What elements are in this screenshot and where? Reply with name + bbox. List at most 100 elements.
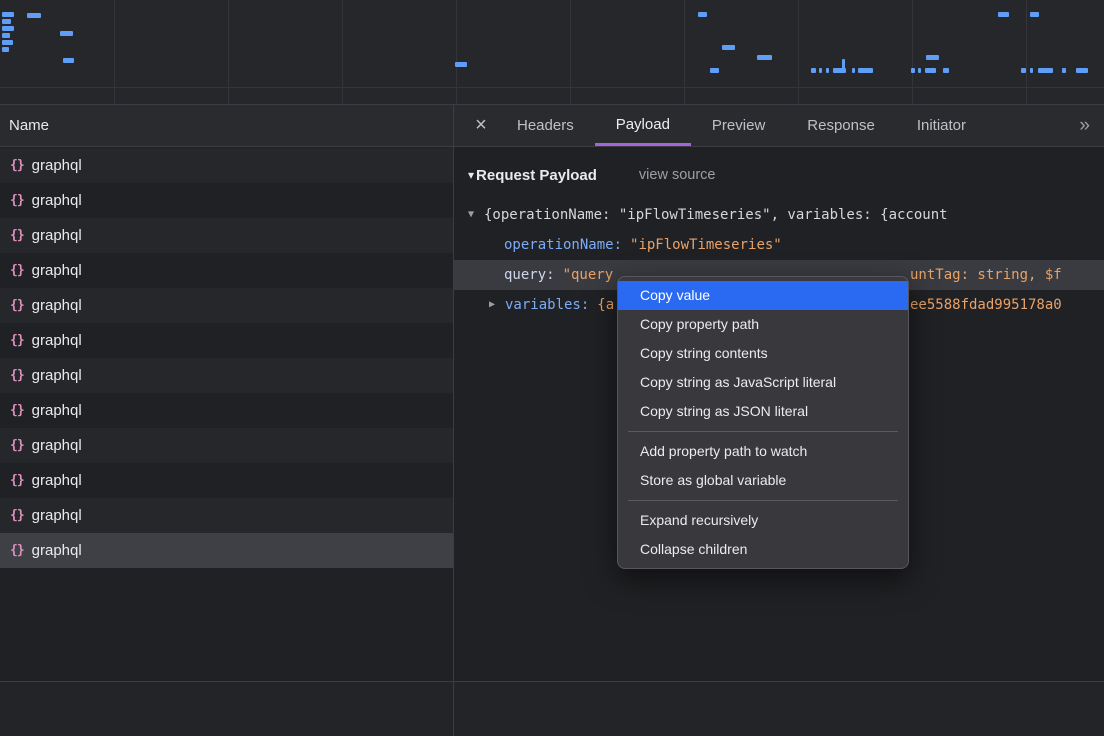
collapse-triangle-icon[interactable]: ▾: [468, 168, 474, 182]
timeline-bar: [757, 55, 772, 60]
tabs-container: HeadersPayloadPreviewResponseInitiator: [496, 105, 987, 146]
root-preview-text: {operationName: "ipFlowTimeseries", vari…: [484, 207, 948, 223]
json-braces-icon: {}: [10, 543, 24, 558]
request-row[interactable]: {} graphql: [0, 498, 453, 533]
more-tabs-button[interactable]: »: [1079, 105, 1090, 146]
request-name: graphql: [32, 402, 82, 419]
menu-item-store-as-global-variable[interactable]: Store as global variable: [618, 466, 908, 495]
timeline-bar: [2, 33, 10, 38]
timeline-bar: [852, 68, 855, 73]
tab-preview[interactable]: Preview: [691, 105, 786, 146]
request-name: graphql: [32, 227, 82, 244]
json-braces-icon: {}: [10, 158, 24, 173]
timeline-bar: [918, 68, 921, 73]
request-row[interactable]: {} graphql: [0, 148, 453, 183]
timeline-gridline: [0, 87, 1104, 88]
timeline-bar: [2, 19, 11, 24]
request-row[interactable]: {} graphql: [0, 253, 453, 288]
menu-item-expand-recursively[interactable]: Expand recursively: [618, 506, 908, 535]
json-braces-icon: {}: [10, 228, 24, 243]
timeline-bar: [842, 59, 845, 73]
menu-item-copy-value[interactable]: Copy value: [618, 281, 908, 310]
request-row[interactable]: {} graphql: [0, 323, 453, 358]
timeline-bar: [63, 58, 74, 63]
payload-row-operationname[interactable]: operationName: "ipFlowTimeseries": [454, 230, 1104, 260]
request-name: graphql: [32, 507, 82, 524]
close-icon: ×: [475, 114, 487, 137]
timeline-bar: [2, 26, 14, 31]
triangle-right-icon[interactable]: ▶: [489, 290, 505, 320]
json-braces-icon: {}: [10, 193, 24, 208]
request-row[interactable]: {} graphql: [0, 463, 453, 498]
request-name: graphql: [32, 192, 82, 209]
request-name: graphql: [32, 332, 82, 349]
name-column-header[interactable]: Name: [0, 105, 453, 147]
timeline-bar: [1021, 68, 1026, 73]
property-key: variables:: [505, 297, 589, 313]
timeline-bar: [710, 68, 719, 73]
timeline-bar: [1038, 68, 1053, 73]
timeline-bar: [943, 68, 949, 73]
tab-response[interactable]: Response: [786, 105, 896, 146]
payload-root-row[interactable]: ▼{operationName: "ipFlowTimeseries", var…: [454, 200, 1104, 230]
request-row[interactable]: {}graphql: [0, 358, 453, 393]
menu-separator: [628, 431, 898, 432]
property-key: query:: [504, 267, 555, 283]
timeline-overview[interactable]: [0, 0, 1104, 105]
page-background: Name × HeadersPayloadPreviewResponseInit…: [0, 0, 1110, 740]
tab-headers[interactable]: Headers: [496, 105, 595, 146]
request-row[interactable]: {} graphql: [0, 183, 453, 218]
request-row[interactable]: {}graphql: [0, 393, 453, 428]
property-key: operationName:: [504, 237, 622, 253]
property-value-start: "qu: [563, 267, 588, 283]
timeline-bar: [926, 55, 939, 60]
timeline-bar: [819, 68, 822, 73]
detail-tabs: × HeadersPayloadPreviewResponseInitiator…: [454, 105, 1104, 147]
json-braces-icon: {}: [10, 473, 24, 488]
request-name: graphql: [32, 157, 82, 174]
timeline-bar: [60, 31, 73, 36]
devtools-network-panel: Name × HeadersPayloadPreviewResponseInit…: [0, 0, 1104, 736]
request-row[interactable]: {} graphql: [0, 218, 453, 253]
request-name: graphql: [32, 262, 82, 279]
request-name: graphql: [32, 472, 82, 489]
property-value: "ipFlowTimeseries": [630, 237, 782, 253]
json-braces-icon: {}: [10, 263, 24, 278]
timeline-bar: [911, 68, 915, 73]
menu-item-add-property-path-to-watch[interactable]: Add property path to watch: [618, 437, 908, 466]
json-braces-icon: {}: [10, 298, 24, 313]
json-braces-icon: {}: [10, 508, 24, 523]
request-row[interactable]: {}graphql: [0, 428, 453, 463]
context-menu: Copy valueCopy property pathCopy string …: [617, 276, 909, 569]
status-footer: [0, 681, 1104, 736]
menu-item-copy-string-as-json-literal[interactable]: Copy string as JSON literal: [618, 397, 908, 426]
property-value-end: untTag: string, $f: [910, 260, 1062, 290]
timeline-bar: [1030, 12, 1039, 17]
request-name: graphql: [32, 437, 82, 454]
menu-separator: [628, 500, 898, 501]
timeline-bar: [722, 45, 735, 50]
timeline-bar: [858, 68, 873, 73]
timeline-bar: [2, 47, 9, 52]
close-button[interactable]: ×: [466, 105, 496, 146]
menu-item-copy-string-contents[interactable]: Copy string contents: [618, 339, 908, 368]
timeline-bar: [2, 12, 14, 17]
panel-resize-divider[interactable]: [453, 105, 454, 736]
json-braces-icon: {}: [10, 333, 24, 348]
view-source-link[interactable]: view source: [639, 167, 716, 183]
request-row[interactable]: {}graphql: [0, 288, 453, 323]
menu-item-copy-property-path[interactable]: Copy property path: [618, 310, 908, 339]
request-row[interactable]: {}graphql: [0, 533, 453, 568]
menu-item-collapse-children[interactable]: Collapse children: [618, 535, 908, 564]
tab-initiator[interactable]: Initiator: [896, 105, 987, 146]
timeline-bar: [1030, 68, 1033, 73]
timeline-bar: [826, 68, 829, 73]
menu-item-copy-string-as-javascript-literal[interactable]: Copy string as JavaScript literal: [618, 368, 908, 397]
timeline-bar: [27, 13, 41, 18]
name-header-label: Name: [9, 117, 49, 134]
request-list: {} graphql {} graphql {} graphql {} graphql {} gr…: [0, 148, 453, 568]
payload-section-header: ▾ Request Payload view source: [454, 160, 1104, 190]
triangle-down-icon[interactable]: ▼: [468, 200, 484, 230]
timeline-bar: [455, 62, 467, 67]
tab-payload[interactable]: Payload: [595, 105, 691, 146]
